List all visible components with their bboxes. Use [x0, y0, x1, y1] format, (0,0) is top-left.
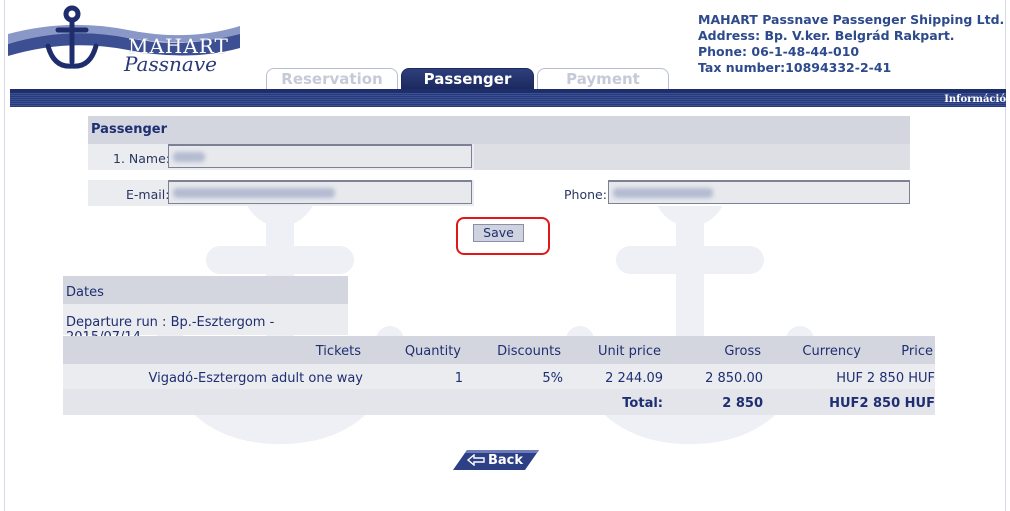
- mahart-logo[interactable]: MAHART Passnave: [8, 4, 248, 76]
- col-gross: Gross: [724, 344, 761, 359]
- col-discounts: Discounts: [497, 344, 561, 359]
- ticket-discount: 5%: [542, 371, 563, 386]
- dates-heading: Dates: [63, 276, 348, 304]
- name-row: 1. Name:: [88, 144, 910, 170]
- company-tax: Tax number:10894332-2-41: [698, 60, 892, 75]
- name-field[interactable]: [168, 144, 472, 168]
- name-label: 1. Name:: [113, 151, 170, 166]
- header-bar-stripe: [10, 89, 1006, 93]
- ticket-price: 2 850 HUF: [866, 371, 935, 386]
- table-row: Vigadó-Esztergom adult one way 1 5% 2 24…: [63, 364, 935, 389]
- blurred-value: [173, 152, 205, 162]
- tab-passenger[interactable]: Passenger: [401, 68, 534, 89]
- ticket-quantity: 1: [454, 371, 463, 386]
- phone-field[interactable]: [608, 180, 910, 204]
- col-tickets: Tickets: [315, 344, 361, 359]
- company-phone: Phone: 06-1-48-44-010: [698, 44, 860, 59]
- email-label: E-mail:: [126, 187, 170, 202]
- departure-run: Departure run : Bp.-Esztergom - 2015/07/…: [63, 304, 348, 345]
- table-total-row: Total: 2 850 HUF2 850 HUF: [63, 389, 935, 415]
- logo-sub: Passnave: [124, 52, 217, 76]
- name-row-filler: [474, 144, 910, 170]
- phone-pane: Phone:: [474, 180, 910, 206]
- blurred-value: [613, 188, 713, 198]
- col-quantity: Quantity: [404, 344, 461, 359]
- save-button[interactable]: Save: [473, 224, 524, 242]
- back-label: Back: [488, 453, 524, 468]
- total-price: HUF2 850 HUF: [829, 396, 935, 411]
- tab-payment[interactable]: Payment: [537, 68, 669, 89]
- row-gap: [88, 170, 910, 180]
- passenger-heading: Passenger: [88, 116, 910, 144]
- col-unit-price: Unit price: [598, 344, 661, 359]
- phone-label: Phone:: [564, 187, 607, 202]
- passenger-form: Passenger 1. Name: E-mail: Phone:: [88, 116, 910, 206]
- ticket-unit-price: 2 244.09: [605, 371, 663, 386]
- col-price: Price: [901, 344, 933, 359]
- contact-row: E-mail: Phone:: [88, 180, 910, 206]
- ticket-currency: HUF: [836, 371, 863, 386]
- company-address: Address: Bp. V.ker. Belgrád Rakpart.: [698, 28, 955, 43]
- arrow-left-icon: [467, 454, 485, 466]
- total-gross: 2 850: [722, 396, 763, 411]
- total-label: Total:: [622, 396, 663, 411]
- ticket-gross: 2 850.00: [705, 371, 763, 386]
- col-currency: Currency: [802, 344, 861, 359]
- company-name: MAHART Passnave Passenger Shipping Ltd.: [698, 12, 1005, 27]
- email-field[interactable]: [168, 180, 472, 204]
- table-header: Tickets Quantity Discounts Unit price Gr…: [63, 336, 935, 364]
- company-info: MAHART Passnave Passenger Shipping Ltd. …: [698, 12, 1004, 76]
- ticket-name: Vigadó-Esztergom adult one way: [148, 371, 363, 386]
- info-link[interactable]: Információ: [944, 94, 1006, 105]
- blurred-value: [173, 188, 335, 198]
- tab-reservation[interactable]: Reservation: [266, 68, 398, 89]
